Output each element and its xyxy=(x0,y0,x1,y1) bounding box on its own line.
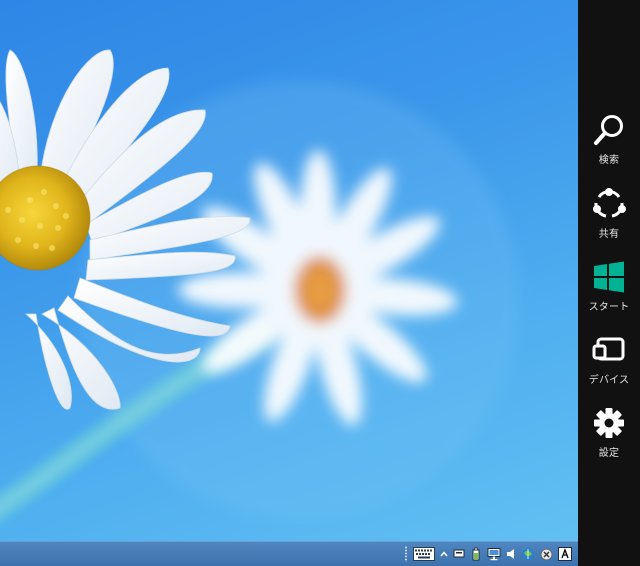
notification-tray xyxy=(404,542,572,566)
action-center-flag-icon[interactable] xyxy=(453,545,465,563)
windows-logo-icon xyxy=(591,259,627,295)
charms-bar: 検索 共有 スタート デバイス 設定 xyxy=(578,0,640,566)
daisy-wallpaper xyxy=(0,49,520,523)
desktop[interactable] xyxy=(0,0,578,541)
taskbar-grip[interactable] xyxy=(404,546,408,562)
devices-charm-label: デバイス xyxy=(588,375,630,386)
taskbar xyxy=(0,541,578,566)
devices-charm[interactable]: デバイス xyxy=(578,332,640,396)
security-shield-icon[interactable] xyxy=(521,545,535,563)
show-hidden-icons-chevron[interactable] xyxy=(440,545,448,563)
close-circle-icon[interactable] xyxy=(540,545,553,563)
power-battery-icon[interactable] xyxy=(470,545,482,563)
start-charm[interactable]: スタート xyxy=(578,259,640,323)
share-icon xyxy=(591,186,627,222)
share-charm[interactable]: 共有 xyxy=(578,186,640,250)
settings-charm[interactable]: 設定 xyxy=(578,405,640,469)
volume-icon[interactable] xyxy=(506,545,516,563)
search-charm-label: 検索 xyxy=(598,155,620,166)
network-icon[interactable] xyxy=(487,545,501,563)
touch-keyboard-icon[interactable] xyxy=(413,545,435,563)
search-charm[interactable]: 検索 xyxy=(578,112,640,176)
gear-icon xyxy=(591,405,627,441)
share-charm-label: 共有 xyxy=(598,229,620,240)
search-icon xyxy=(591,112,627,148)
devices-icon xyxy=(591,332,627,368)
settings-charm-label: 設定 xyxy=(598,448,620,459)
start-charm-label: スタート xyxy=(588,302,630,313)
ime-input-icon[interactable] xyxy=(558,545,572,563)
